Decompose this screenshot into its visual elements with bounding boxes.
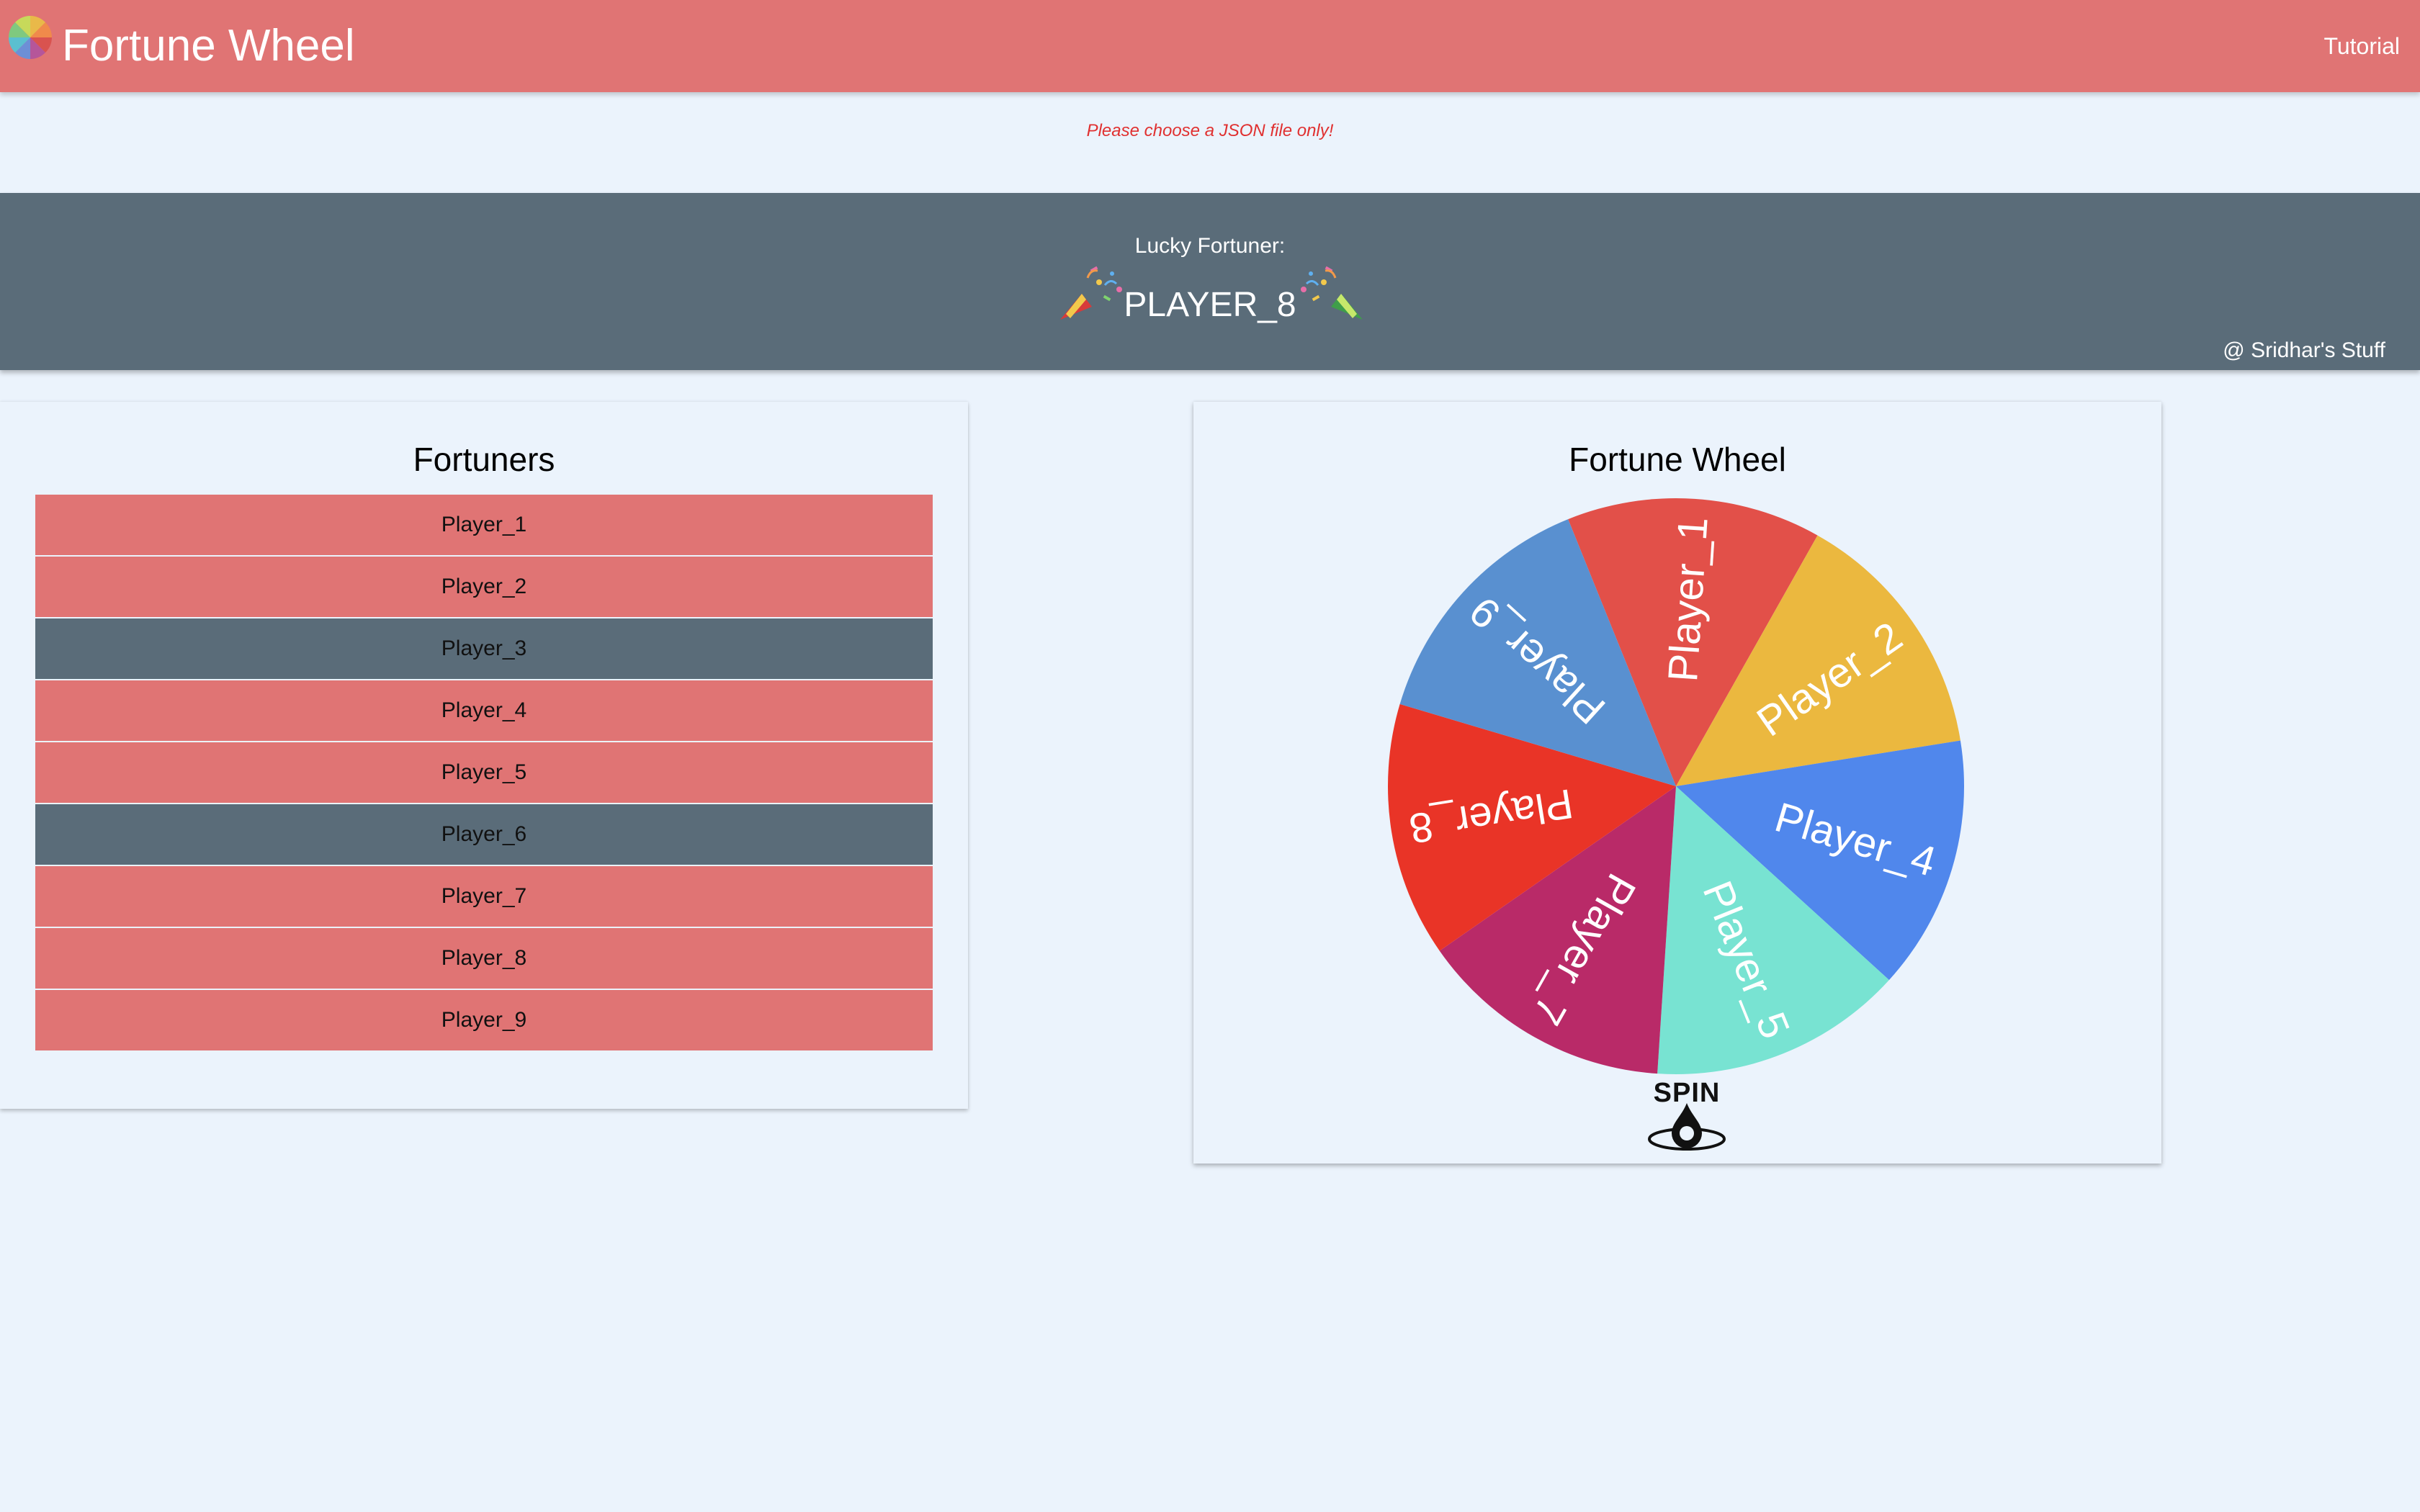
- fortuners-title: Fortuners: [413, 441, 555, 478]
- player-row[interactable]: Player_3: [35, 618, 933, 679]
- player-row[interactable]: Player_7: [35, 866, 933, 927]
- navbar: Fortune Wheel Tutorial: [0, 0, 2420, 92]
- fortuners-card: Fortuners Player_1 Player_2 Player_3 Pla…: [0, 402, 968, 1109]
- color-wheel-logo-icon: [9, 16, 52, 59]
- spin-label: SPIN: [1653, 1078, 1721, 1108]
- spin-button[interactable]: SPIN: [1640, 1077, 1734, 1152]
- player-row[interactable]: Player_1: [35, 495, 933, 555]
- player-list: Player_1 Player_2 Player_3 Player_4 Play…: [35, 495, 933, 1052]
- tutorial-link[interactable]: Tutorial: [2323, 32, 2400, 60]
- player-row[interactable]: Player_5: [35, 742, 933, 803]
- winner-banner: Lucky Fortuner: PLAYER_8 @ Sridhar's Stu…: [0, 193, 2420, 370]
- wheel-card: Fortune Wheel Player_1 Player_2 Player_4 Pl…: [1193, 402, 2161, 1164]
- upload-error-message: Please choose a JSON file only!: [1086, 121, 1334, 140]
- player-row[interactable]: Player_8: [35, 928, 933, 989]
- player-row[interactable]: Player_4: [35, 680, 933, 741]
- credit-text: @ Sridhar's Stuff: [2223, 338, 2385, 362]
- player-row[interactable]: Player_9: [35, 990, 933, 1050]
- party-popper-icon: [1301, 266, 1363, 320]
- player-row[interactable]: Player_6: [35, 804, 933, 865]
- winner-name: PLAYER_8: [1124, 286, 1296, 324]
- app-title: Fortune Wheel: [62, 21, 355, 71]
- fortune-wheel[interactable]: Player_1 Player_2Player_4Player_5Player_7…: [1381, 491, 1971, 1081]
- wheel-title: Fortune Wheel: [1569, 441, 1786, 478]
- lucky-fortuner-label: Lucky Fortuner:: [1134, 234, 1286, 258]
- player-row[interactable]: Player_2: [35, 557, 933, 617]
